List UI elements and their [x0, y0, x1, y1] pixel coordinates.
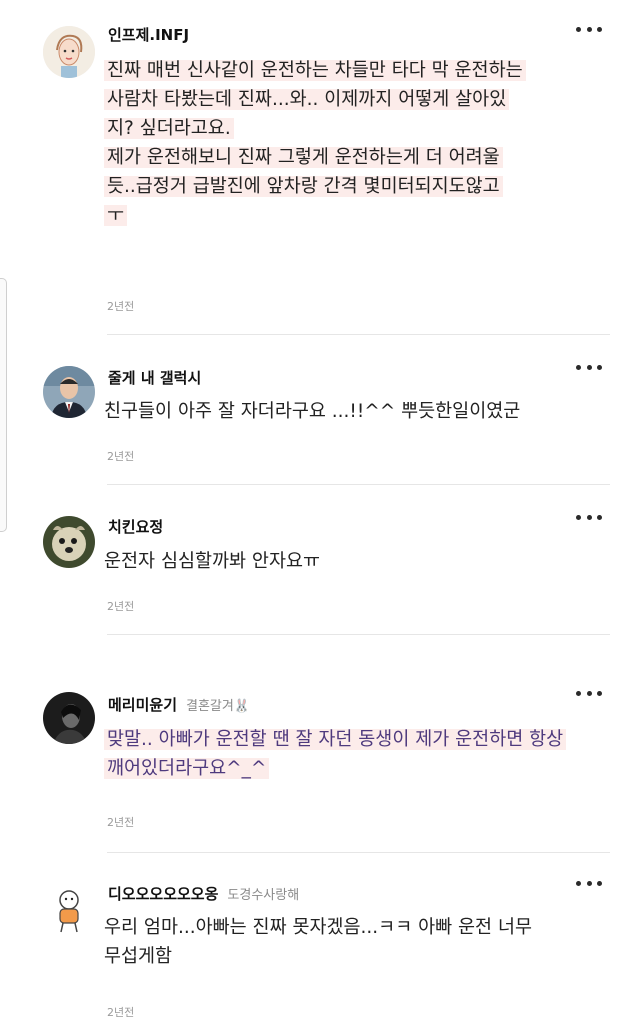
comment-divider	[107, 334, 610, 335]
comment-text: 운전자 심심할까봐 안자요ㅠ	[104, 547, 614, 576]
comment-item: 디오오오오오오옹 도경수사랑해 우리 엄마...아빠는 진짜 못자겠음...ㅋㅋ…	[40, 876, 610, 1026]
comment-timestamp: 2년전	[107, 1006, 135, 1019]
comment-item: 치킨요정 운전자 심심할까봐 안자요ㅠ 2년전	[40, 510, 610, 620]
comment-item: 인프제.INFJ 진짜 매번 신사같이 운전하는 차들만 타다 막 운전하는 사…	[40, 16, 610, 316]
woman-illustration-avatar[interactable]	[43, 26, 95, 78]
comment-line: 깨어있더라구요^_^	[104, 758, 270, 779]
comment-nickname[interactable]: 인프제.INFJ	[108, 24, 189, 45]
dog-photo-avatar[interactable]	[43, 516, 95, 568]
comment-line: 진짜 매번 신사같이 운전하는 차들만 타다 막 운전하는	[104, 60, 526, 81]
comment-header: 메리미윤기 결혼갈겨🐰	[108, 691, 250, 717]
comment-line: 듯..급정거 급발진에 앞차랑 간격 몇미터되지도않고	[104, 176, 503, 197]
more-options-icon[interactable]	[576, 358, 602, 376]
comment-header: 치킨요정	[108, 513, 163, 539]
comment-line: 지? 싶더라고요.	[104, 118, 234, 139]
cartoon-character-avatar[interactable]	[43, 882, 95, 934]
comment-text: 진짜 매번 신사같이 운전하는 차들만 타다 막 운전하는 사람차 타봤는데 진…	[104, 56, 614, 230]
comment-header: 인프제.INFJ	[108, 21, 189, 47]
comment-line: ㅜ	[104, 205, 128, 226]
comment-nickname[interactable]: 치킨요정	[108, 516, 163, 537]
comment-timestamp: 2년전	[107, 816, 135, 829]
comment-text: 친구들이 아주 잘 자더라구요 ...!!^^ 뿌듯한일이였군	[104, 397, 614, 426]
comment-line: 우리 엄마...아빠는 진짜 못자겠음...ㅋㅋ 아빠 운전 너무	[104, 917, 532, 938]
comment-timestamp: 2년전	[107, 300, 135, 313]
comment-divider	[107, 484, 610, 485]
more-options-icon[interactable]	[576, 684, 602, 702]
comment-line: 무섭게함	[104, 946, 173, 967]
more-options-icon[interactable]	[576, 508, 602, 526]
comment-timestamp: 2년전	[107, 600, 135, 613]
comment-nickname[interactable]: 디오오오오오오옹	[108, 883, 218, 904]
comment-text: 우리 엄마...아빠는 진짜 못자겠음...ㅋㅋ 아빠 운전 너무 무섭게함	[104, 913, 614, 971]
edge-panel-handle[interactable]	[0, 278, 7, 532]
comment-timestamp: 2년전	[107, 450, 135, 463]
comment-header: 줄게 내 갤럭시	[108, 364, 201, 390]
user-badge: 도경수사랑해	[227, 887, 300, 903]
comment-line: 운전자 심심할까봐 안자요ㅠ	[104, 551, 321, 572]
user-badge: 결혼갈겨🐰	[186, 698, 251, 714]
comment-header: 디오오오오오오옹 도경수사랑해	[108, 880, 299, 906]
comment-divider	[107, 852, 610, 853]
dark-photo-avatar[interactable]	[43, 692, 95, 744]
comment-line: 맞말.. 아빠가 운전할 땐 잘 자던 동생이 제가 운전하면 항상	[104, 729, 567, 750]
comment-divider	[107, 634, 610, 635]
comment-line: 친구들이 아주 잘 자더라구요 ...!!^^ 뿌듯한일이였군	[104, 401, 521, 422]
more-options-icon[interactable]	[576, 874, 602, 892]
comment-item: 줄게 내 갤럭시 친구들이 아주 잘 자더라구요 ...!!^^ 뿌듯한일이였군…	[40, 360, 610, 470]
comment-nickname[interactable]: 줄게 내 갤럭시	[108, 367, 201, 388]
comment-line: 제가 운전해보니 진짜 그렇게 운전하는게 더 어려울	[104, 147, 503, 168]
comment-text: 맞말.. 아빠가 운전할 땐 잘 자던 동생이 제가 운전하면 항상 깨어있더라…	[104, 725, 614, 783]
comment-item: 메리미윤기 결혼갈겨🐰 맞말.. 아빠가 운전할 땐 잘 자던 동생이 제가 운…	[40, 686, 610, 836]
comment-nickname[interactable]: 메리미윤기	[108, 694, 177, 715]
comment-line: 사람차 타봤는데 진짜...와.. 이제까지 어떻게 살아있	[104, 89, 510, 110]
more-options-icon[interactable]	[576, 20, 602, 38]
businessman-photo-avatar[interactable]	[43, 366, 95, 418]
